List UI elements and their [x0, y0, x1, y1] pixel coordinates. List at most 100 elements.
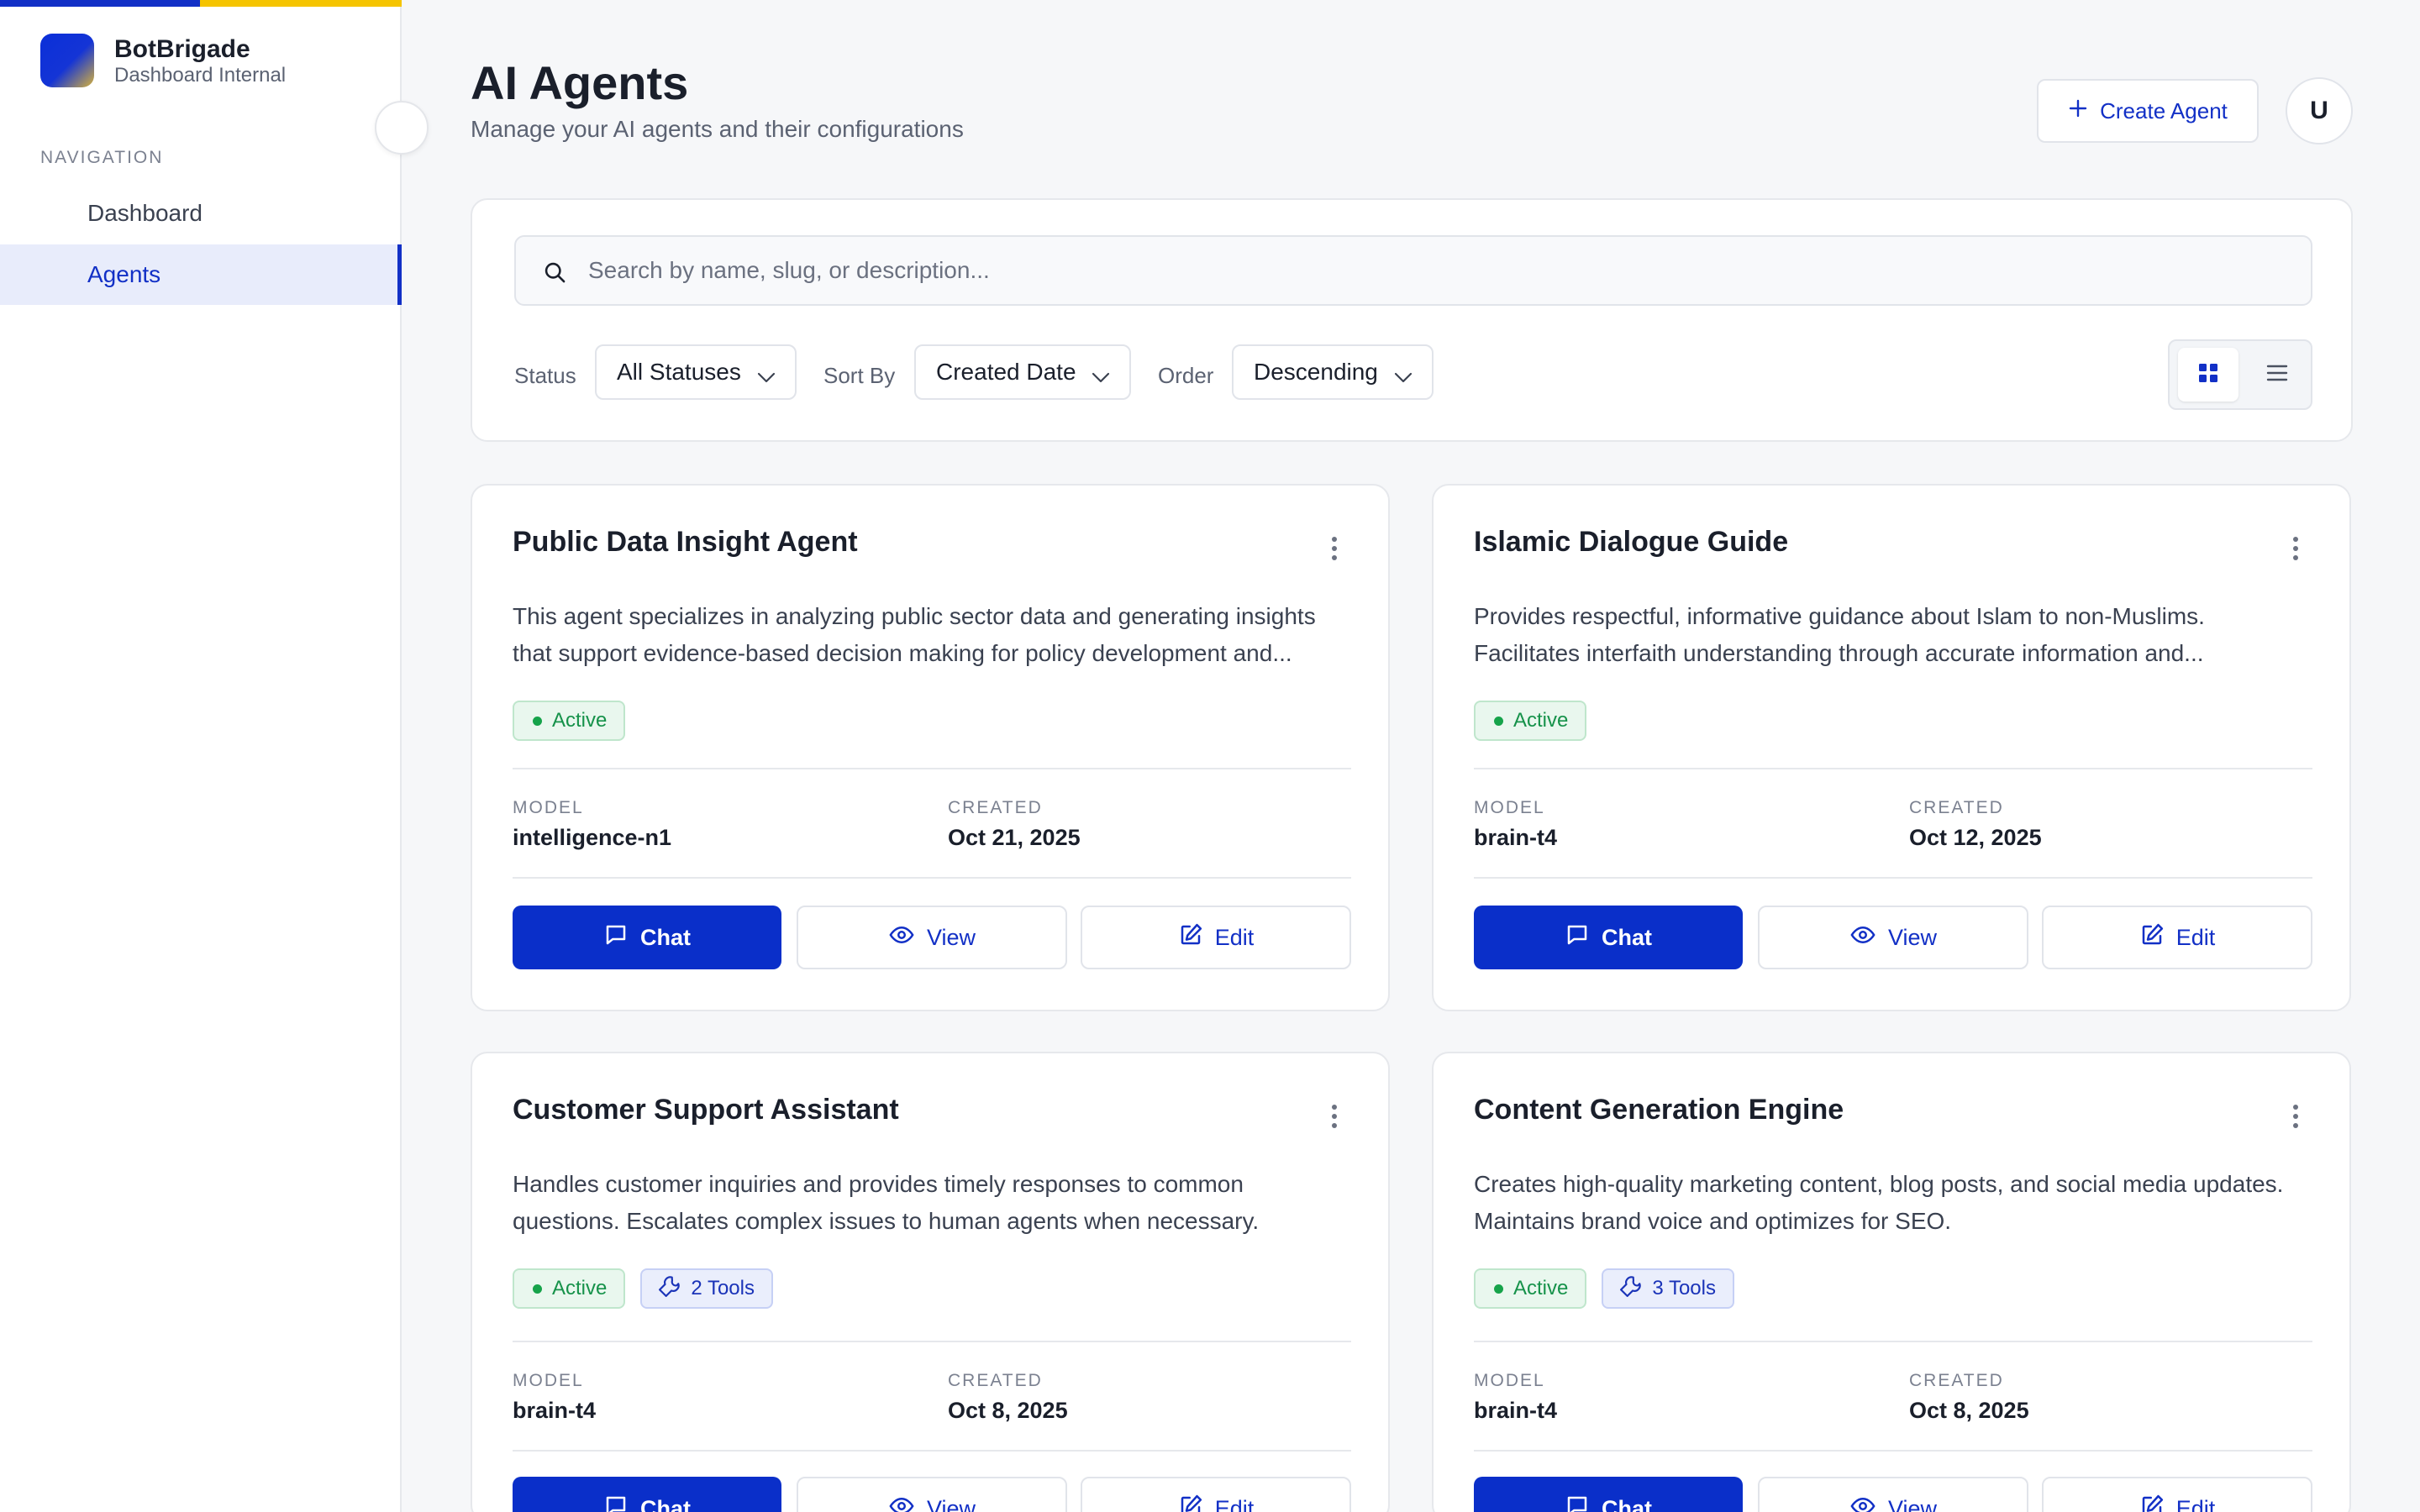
- sidebar-item-label: Agents: [87, 261, 161, 287]
- chat-icon: [603, 1494, 629, 1512]
- created-value: Oct 8, 2025: [948, 1398, 1068, 1423]
- tools-badge: 3 Tools: [1602, 1268, 1734, 1309]
- agent-description: Handles customer inquiries and provides …: [513, 1171, 1260, 1234]
- edit-label: Edit: [2175, 1495, 2216, 1512]
- edit-icon: [1178, 922, 1203, 953]
- edit-button[interactable]: Edit: [2042, 906, 2312, 969]
- card-divider: [1474, 877, 2312, 879]
- agent-badges: Active: [513, 701, 626, 741]
- sortby-select[interactable]: Created Date: [914, 344, 1131, 400]
- view-button[interactable]: View: [797, 906, 1067, 969]
- tools-badge: 2 Tools: [640, 1268, 773, 1309]
- card-divider: [513, 768, 1351, 769]
- chat-button[interactable]: Chat: [1474, 1477, 1743, 1512]
- tools-badge-label: 2 Tools: [691, 1277, 755, 1299]
- status-select[interactable]: All Statuses: [595, 344, 797, 400]
- chat-button[interactable]: Chat: [1474, 906, 1743, 969]
- card-divider: [1474, 1450, 2312, 1452]
- kebab-icon[interactable]: [1331, 536, 1338, 565]
- list-icon: [2265, 363, 2289, 387]
- created-label: CREATED: [1909, 1371, 2004, 1390]
- view-button[interactable]: View: [1758, 906, 2028, 969]
- edit-button[interactable]: Edit: [1081, 906, 1351, 969]
- eye-icon: [1849, 1494, 1876, 1512]
- status-dot: [1494, 1284, 1503, 1294]
- kebab-icon[interactable]: [2292, 1104, 2299, 1133]
- chat-icon: [1565, 1494, 1590, 1512]
- created-value: Oct 8, 2025: [1909, 1398, 2029, 1423]
- plus-icon: [2068, 98, 2088, 124]
- filter-panel: Status All Statuses Sort By Created Date…: [471, 198, 2353, 442]
- edit-button[interactable]: Edit: [2042, 1477, 2312, 1512]
- view-label: View: [1887, 1495, 1938, 1512]
- model-value: brain-t4: [513, 1398, 597, 1423]
- card-divider: [513, 877, 1351, 879]
- kebab-icon[interactable]: [1331, 1104, 1338, 1133]
- edit-label: Edit: [1214, 924, 1255, 950]
- create-agent-label: Create Agent: [2100, 97, 2228, 123]
- edit-button[interactable]: Edit: [1081, 1477, 1351, 1512]
- status-badge-label: Active: [1513, 1277, 1569, 1299]
- view-button[interactable]: View: [797, 1477, 1067, 1512]
- view-toggle: [2168, 339, 2312, 410]
- sidebar: BotBrigade Dashboard Internal NAVIGATION…: [0, 0, 402, 1512]
- avatar[interactable]: U: [2286, 77, 2353, 144]
- brand-name: BotBrigade: [114, 35, 250, 63]
- agent-card: Public Data Insight Agent This agent spe…: [471, 484, 1390, 1011]
- agent-name: Content Generation Engine: [1474, 1094, 1844, 1126]
- model-label: MODEL: [1474, 798, 1545, 817]
- chat-button[interactable]: Chat: [513, 1477, 781, 1512]
- brand-subtitle: Dashboard Internal: [114, 64, 287, 87]
- agent-badges: Active 2 Tools: [513, 1268, 773, 1309]
- chat-label: Chat: [1602, 1495, 1652, 1512]
- sortby-select-value: Created Date: [936, 359, 1076, 385]
- agent-name: Customer Support Assistant: [513, 1094, 899, 1126]
- create-agent-button[interactable]: Create Agent: [2037, 79, 2259, 143]
- kebab-icon[interactable]: [2292, 536, 2299, 565]
- agent-description: Provides respectful, informative guidanc…: [1474, 603, 2205, 666]
- brand-stripe-yellow: [200, 0, 402, 7]
- created-label: CREATED: [1909, 798, 2004, 817]
- wrench-icon: [1620, 1275, 1642, 1303]
- chat-button[interactable]: Chat: [513, 906, 781, 969]
- agent-badges: Active: [1474, 701, 1587, 741]
- chevron-down-icon: [1091, 365, 1111, 391]
- model-value: intelligence-n1: [513, 825, 672, 850]
- created-value: Oct 21, 2025: [948, 825, 1081, 850]
- eye-icon: [1849, 922, 1876, 953]
- card-divider: [513, 1341, 1351, 1342]
- status-dot: [533, 1284, 542, 1294]
- grid-view-button[interactable]: [2178, 348, 2238, 402]
- status-badge-label: Active: [552, 1277, 608, 1299]
- agent-badges: Active 3 Tools: [1474, 1268, 1734, 1309]
- model-value: brain-t4: [1474, 1398, 1558, 1423]
- status-filter-label: Status: [514, 363, 576, 388]
- status-badge: Active: [1474, 1268, 1587, 1309]
- sidebar-item-label: Dashboard: [87, 200, 203, 226]
- list-view-button[interactable]: [2247, 348, 2307, 402]
- model-label: MODEL: [513, 798, 584, 817]
- status-dot: [533, 716, 542, 726]
- status-select-value: All Statuses: [617, 359, 741, 385]
- chat-label: Chat: [640, 924, 691, 950]
- created-label: CREATED: [948, 798, 1043, 817]
- sidebar-item-agents[interactable]: Agents: [0, 244, 402, 305]
- agent-description: Creates high-quality marketing content, …: [1474, 1171, 2284, 1234]
- card-divider: [1474, 768, 2312, 769]
- order-select[interactable]: Descending: [1232, 344, 1434, 400]
- chevron-down-icon: [1393, 365, 1413, 391]
- sortby-filter-label: Sort By: [823, 363, 896, 388]
- created-label: CREATED: [948, 1371, 1043, 1390]
- sidebar-collapse-button[interactable]: [375, 101, 429, 155]
- agent-card: Customer Support Assistant Handles custo…: [471, 1052, 1390, 1512]
- model-label: MODEL: [513, 1371, 584, 1390]
- status-badge: Active: [513, 701, 626, 741]
- eye-icon: [888, 1494, 915, 1512]
- order-select-value: Descending: [1254, 359, 1378, 385]
- view-button[interactable]: View: [1758, 1477, 2028, 1512]
- search-input[interactable]: [588, 237, 2286, 304]
- chat-icon: [1565, 922, 1590, 953]
- status-badge: Active: [1474, 701, 1587, 741]
- model-value: brain-t4: [1474, 825, 1558, 850]
- sidebar-item-dashboard[interactable]: Dashboard: [0, 183, 402, 244]
